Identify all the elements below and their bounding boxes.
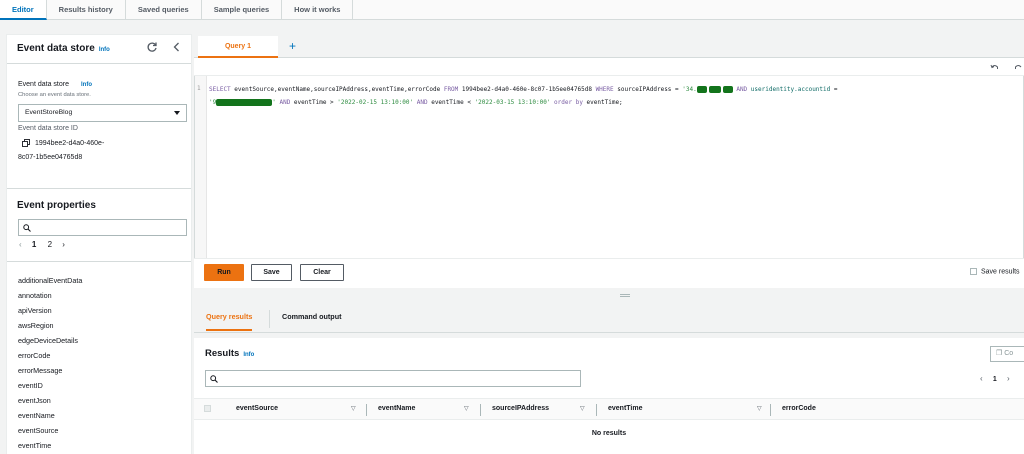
property-item[interactable]: additionalEventData: [18, 273, 82, 288]
tab-saved-queries[interactable]: Saved queries: [126, 0, 202, 20]
store-id-value: 1994bee2-d4a0-460e-: [35, 140, 105, 147]
column-header[interactable]: eventSource: [236, 405, 278, 412]
property-pagination: ‹ 1 2 ›: [19, 240, 65, 249]
run-button[interactable]: Run: [204, 264, 244, 281]
property-item[interactable]: edgeDeviceDetails: [18, 333, 82, 348]
next-page-icon[interactable]: ›: [62, 240, 65, 249]
results-search-input[interactable]: [205, 370, 581, 387]
property-item[interactable]: eventName: [18, 408, 82, 423]
divider: [7, 188, 191, 189]
page-1[interactable]: 1: [993, 376, 997, 383]
tab-sample-queries[interactable]: Sample queries: [202, 0, 283, 20]
copy-button[interactable]: ❐ Co: [990, 346, 1024, 362]
event-data-store-panel: Event data store Info Event data store Inf…: [6, 34, 192, 454]
prev-page-icon[interactable]: ‹: [19, 240, 22, 249]
top-tab-bar: Editor Results history Saved queries Sam…: [0, 0, 1024, 20]
property-item[interactable]: eventTime: [18, 438, 82, 453]
empty-state: No results: [591, 430, 627, 437]
results-panel: Results Info ❐ Co ‹ 1 › eventSource ▽ eve…: [194, 338, 1024, 454]
column-header[interactable]: errorCode: [782, 405, 816, 412]
divider: [7, 63, 191, 64]
info-link[interactable]: Info: [99, 47, 110, 53]
sql-editor[interactable]: 1 SELECT eventSource,eventName,sourceIPA…: [194, 76, 1024, 258]
tab-query-1[interactable]: Query 1: [198, 36, 278, 58]
search-icon: [210, 375, 218, 383]
sort-icon[interactable]: ▽: [757, 405, 762, 412]
divider: [269, 310, 270, 328]
column-header[interactable]: eventName: [378, 405, 415, 412]
column-header[interactable]: eventTime: [608, 405, 643, 412]
store-id-label: Event data store ID: [18, 125, 78, 132]
copy-icon[interactable]: [22, 139, 30, 147]
search-icon: [23, 224, 31, 232]
line-gutter: 1: [195, 76, 207, 258]
collapse-panel-icon[interactable]: [171, 41, 183, 53]
store-hint: Choose an event data store.: [18, 92, 91, 98]
tab-query-results[interactable]: Query results: [206, 312, 253, 331]
dropdown-caret-icon: [174, 111, 180, 115]
next-page-icon[interactable]: ›: [1007, 374, 1010, 383]
property-item[interactable]: eventSource: [18, 423, 82, 438]
redacted-ip: [722, 86, 733, 93]
property-item[interactable]: errorCode: [18, 348, 82, 363]
results-tab-bar: Query results Command output: [194, 306, 1024, 333]
editor-toolbar: [194, 58, 1024, 76]
results-table-header: eventSource ▽ eventName ▽ sourceIPAddres…: [194, 398, 1024, 420]
copy-icon: ❐: [996, 350, 1003, 357]
results-info-link[interactable]: Info: [243, 352, 254, 358]
column-separator[interactable]: [770, 404, 771, 416]
redo-icon[interactable]: [1014, 63, 1023, 71]
sort-icon[interactable]: ▽: [464, 405, 469, 412]
save-results-option[interactable]: Save results: [970, 268, 1020, 275]
property-item[interactable]: awsRegion: [18, 318, 82, 333]
select-all-checkbox[interactable]: [204, 405, 211, 412]
page-1[interactable]: 1: [32, 240, 36, 249]
tab-command-output[interactable]: Command output: [282, 312, 342, 321]
redacted-account-id: [216, 98, 273, 106]
tab-how-it-works[interactable]: How it works: [282, 0, 354, 20]
add-query-tab-icon[interactable]: +: [289, 39, 296, 53]
property-item[interactable]: apiVersion: [18, 303, 82, 318]
property-item[interactable]: eventJson: [18, 393, 82, 408]
page-2[interactable]: 2: [48, 240, 52, 249]
property-item[interactable]: eventID: [18, 378, 82, 393]
store-label: Event data store Info: [18, 81, 92, 88]
tab-editor[interactable]: Editor: [0, 0, 47, 20]
property-item[interactable]: annotation: [18, 288, 82, 303]
panel-title: Event data store Info: [17, 43, 110, 54]
column-separator[interactable]: [366, 404, 367, 416]
column-separator[interactable]: [480, 404, 481, 416]
clear-button[interactable]: Clear: [300, 264, 344, 281]
property-item[interactable]: errorMessage: [18, 363, 82, 378]
tab-results-history[interactable]: Results history: [47, 0, 126, 20]
resize-handle[interactable]: [620, 294, 630, 297]
line-number: 1: [197, 85, 201, 92]
event-data-store-select[interactable]: EventStoreBlog: [18, 104, 187, 122]
save-results-checkbox[interactable]: [970, 268, 977, 275]
property-list: additionalEventData annotation apiVersio…: [18, 273, 82, 453]
undo-icon[interactable]: [990, 63, 999, 71]
query-tab-bar: Query 1 +: [194, 36, 1024, 58]
sql-query-text[interactable]: SELECT eventSource,eventName,sourceIPAdd…: [209, 84, 838, 109]
save-button[interactable]: Save: [251, 264, 292, 281]
query-actions: Run Save Clear Save results: [194, 258, 1024, 288]
column-header[interactable]: sourceIPAddress: [492, 405, 549, 412]
divider: [7, 261, 191, 262]
store-info-link[interactable]: Info: [81, 82, 92, 88]
store-id-value-cont: 8c07-1b5ee04765d8: [18, 154, 83, 161]
results-pagination: ‹ 1 ›: [980, 374, 1010, 383]
column-separator[interactable]: [596, 404, 597, 416]
sort-icon[interactable]: ▽: [580, 405, 585, 412]
results-title: Results Info: [205, 348, 255, 359]
property-search-input[interactable]: [18, 219, 187, 236]
redacted-ip: [708, 86, 721, 93]
sort-icon[interactable]: ▽: [351, 405, 356, 412]
refresh-icon[interactable]: [146, 41, 158, 53]
event-properties-title: Event properties: [17, 200, 96, 211]
prev-page-icon[interactable]: ‹: [980, 374, 983, 383]
redacted-ip: [696, 86, 707, 93]
